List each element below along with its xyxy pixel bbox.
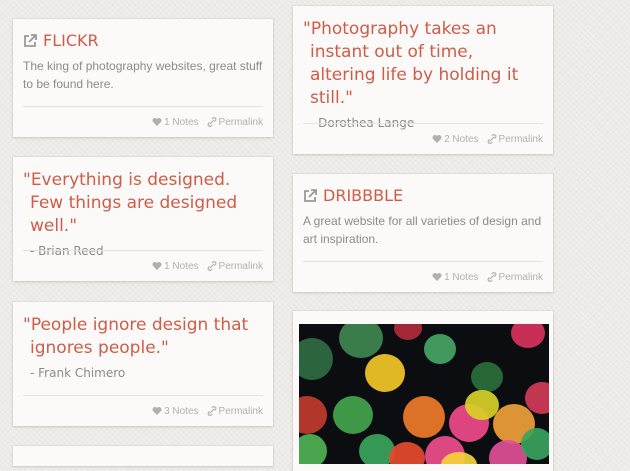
heart-icon (152, 407, 162, 415)
notes-count: 1 Notes (444, 271, 479, 283)
post-card-quote-designed: "Everything is designed. Few things are … (13, 157, 273, 281)
bokeh-light (339, 324, 383, 358)
bokeh-photo[interactable] (299, 324, 549, 464)
bokeh-light (465, 390, 499, 420)
permalink-label: Permalink (218, 116, 263, 128)
quote-text: "Photography takes an instant out of tim… (303, 19, 519, 108)
post-card-photo (293, 311, 553, 471)
notes-link[interactable]: 3 Notes (152, 405, 199, 417)
post-footer: 1 Notes Permalink (23, 106, 263, 137)
heart-icon (432, 135, 442, 143)
bokeh-light (299, 338, 333, 380)
permalink-label: Permalink (498, 271, 543, 283)
bokeh-light (471, 362, 503, 392)
bokeh-light (299, 396, 327, 434)
post-title: FLICKR (43, 31, 99, 50)
post-title-link[interactable]: FLICKR (23, 31, 263, 51)
post-footer: 1 Notes Permalink (303, 261, 543, 292)
bokeh-light (403, 396, 445, 438)
bokeh-light (394, 324, 422, 340)
post-title-link[interactable]: DRIBBBLE (303, 186, 543, 206)
post-footer: 1 Notes Permalink (23, 250, 263, 281)
bokeh-light (333, 396, 373, 434)
notes-count: 1 Notes (164, 116, 199, 128)
permalink-link[interactable]: Permalink (487, 134, 543, 145)
bokeh-light (511, 324, 545, 348)
link-icon (207, 406, 216, 416)
post-card-quote-people: "People ignore design that ignores peopl… (13, 302, 273, 426)
post-card-dribbble: DRIBBBLE A great website for all varieti… (293, 174, 553, 292)
bokeh-light (389, 442, 425, 464)
link-icon (487, 272, 496, 282)
external-link-icon (304, 189, 317, 202)
bokeh-light (424, 334, 456, 364)
bokeh-light (365, 354, 405, 392)
notes-link[interactable]: 1 Notes (432, 271, 479, 283)
notes-count: 2 Notes (444, 133, 479, 145)
post-card-flickr: FLICKR The king of photography websites,… (13, 19, 273, 137)
post-footer: 2 Notes Permalink (303, 123, 543, 154)
bokeh-light (521, 428, 549, 460)
permalink-link[interactable]: Permalink (207, 406, 263, 417)
quote-text: "Everything is designed. Few things are … (23, 170, 238, 236)
bokeh-light (299, 434, 327, 464)
post-title: DRIBBBLE (323, 186, 404, 205)
permalink-link[interactable]: Permalink (207, 117, 263, 128)
notes-link[interactable]: 1 Notes (152, 260, 199, 272)
permalink-link[interactable]: Permalink (207, 261, 263, 272)
heart-icon (152, 118, 162, 126)
post-footer: 3 Notes Permalink (23, 395, 263, 426)
link-icon (207, 261, 216, 271)
heart-icon (432, 273, 442, 281)
external-link-icon (24, 34, 37, 47)
post-description: The king of photography websites, great … (23, 59, 263, 91)
notes-link[interactable]: 1 Notes (152, 116, 199, 128)
post-card-partial (13, 446, 273, 466)
post-description: A great website for all varieties of des… (303, 214, 542, 246)
permalink-link[interactable]: Permalink (487, 272, 543, 283)
notes-link[interactable]: 2 Notes (432, 133, 479, 145)
quote-text: "People ignore design that ignores peopl… (23, 315, 249, 358)
permalink-label: Permalink (498, 133, 543, 145)
permalink-label: Permalink (218, 405, 263, 417)
link-icon (487, 134, 496, 144)
link-icon (207, 117, 216, 127)
quote-author: - Frank Chimero (30, 366, 126, 380)
notes-count: 1 Notes (164, 260, 199, 272)
permalink-label: Permalink (218, 260, 263, 272)
notes-count: 3 Notes (164, 405, 199, 417)
heart-icon (152, 262, 162, 270)
post-card-quote-photography: "Photography takes an instant out of tim… (293, 6, 553, 154)
